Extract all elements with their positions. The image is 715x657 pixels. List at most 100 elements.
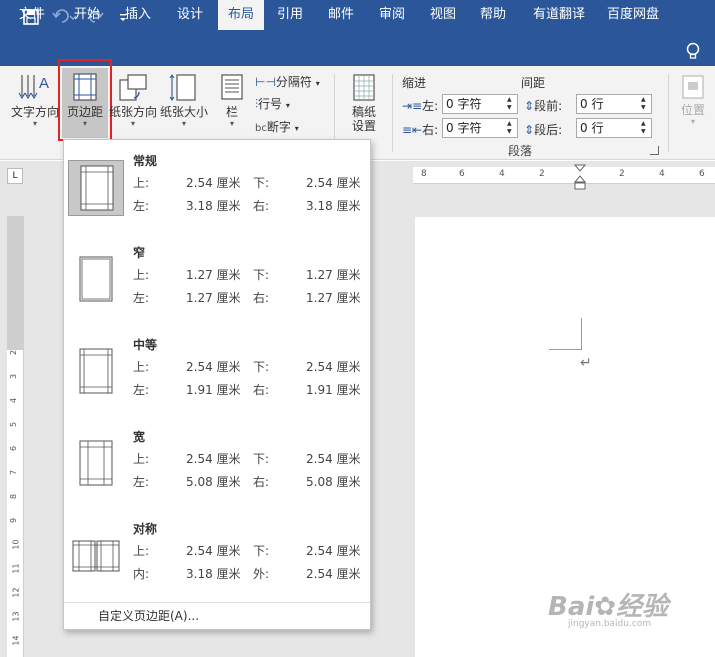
position-button[interactable]: 位置 ▾ (672, 74, 714, 127)
hyphenation-label: 断字 (266, 120, 291, 134)
margin-option-narrow[interactable]: 窄 上: 1.27 厘米 下: 1.27 厘米 左: 1.27 厘米 右: 1.27 厘米 (64, 234, 370, 324)
draft-paper-button[interactable]: 稿纸 设置 (342, 72, 386, 133)
ruler-tick-label: 14 (11, 635, 21, 646)
margin-option-normal[interactable]: 常规 上: 2.54 厘米 下: 2.54 厘米 左: 3.18 厘米 右: 3.18 厘米 (64, 142, 370, 232)
ruler-tick-label: 8 (421, 169, 427, 179)
tab-references[interactable]: 引用 (268, 0, 312, 30)
indent-right-input[interactable]: 0 字符 ▲ ▼ (442, 118, 518, 138)
columns-icon (221, 74, 243, 100)
ruler-tick-label: 5 (9, 421, 19, 428)
space-after-icon: ⇕ (524, 123, 535, 137)
margin-crop-mark (581, 318, 582, 350)
text-direction-button[interactable]: A 文字方向 ▾ (10, 72, 60, 129)
tab-review[interactable]: 审阅 (370, 0, 414, 30)
ruler-tick-label: 13 (11, 611, 21, 622)
margin-preview-wide-icon (68, 436, 124, 492)
tab-selector[interactable]: L (7, 168, 23, 184)
indent-right-label: ≡⇤右: (402, 123, 439, 137)
ruler-tick-label: 4 (659, 169, 665, 179)
custom-margins-item[interactable]: 自定义页边距(A)... (64, 602, 370, 628)
chevron-down-icon: ▾ (229, 119, 234, 128)
annotation-highlight-box (58, 59, 112, 141)
draft-paper-label-2: 设置 (351, 119, 376, 133)
spacing-heading: 间距 (521, 76, 546, 90)
orientation-button[interactable]: 纸张方向 ▾ (108, 72, 158, 129)
svg-text:A: A (39, 75, 49, 92)
margin-option-moderate[interactable]: 中等 上: 2.54 厘米 下: 2.54 厘米 左: 1.91 厘米 右: 1.91 厘米 (64, 326, 370, 416)
tab-youdao-translate[interactable]: 有道翻译 (527, 0, 591, 30)
margin-option-mirrored[interactable]: 对称 上: 2.54 厘米 下: 2.54 厘米 内: 3.18 厘米 外: 2.54 厘米 (64, 510, 370, 600)
margin-preview-normal-icon (68, 160, 124, 216)
ruler-tick-label: 11 (11, 563, 21, 574)
tab-baidu-netdisk[interactable]: 百度网盘 (601, 0, 665, 30)
tab-view[interactable]: 视图 (421, 0, 465, 30)
space-before-input[interactable]: 0 行 ▲ ▼ (576, 94, 652, 114)
dialog-launcher-icon[interactable] (650, 146, 659, 155)
ribbon-separator (392, 74, 393, 152)
hyphenation-icon: bc (255, 123, 267, 134)
chevron-down-icon: ▾ (690, 117, 695, 126)
chevron-down-icon: ▾ (130, 119, 135, 128)
tab-design[interactable]: 设计 (168, 0, 212, 30)
chevron-down-icon: ▾ (315, 79, 320, 88)
spinner-arrows-icon[interactable]: ▲ ▼ (641, 96, 649, 112)
space-before-icon: ⇕ (524, 99, 535, 113)
indent-marker-icon[interactable] (573, 164, 587, 190)
orientation-icon (119, 74, 147, 101)
ruler-tick-label: 7 (9, 469, 19, 476)
columns-label: 栏 (225, 105, 238, 119)
position-icon (682, 75, 704, 99)
indent-left-input[interactable]: 0 字符 ▲ ▼ (442, 94, 518, 114)
tab-mailings[interactable]: 邮件 (319, 0, 363, 30)
spinner-arrows-icon[interactable]: ▲ ▼ (641, 120, 649, 136)
ruler-tick-label: 2 (619, 169, 625, 179)
margin-preview-narrow-icon (68, 252, 124, 308)
ruler-tick-label: 3 (9, 373, 19, 380)
margin-option-wide[interactable]: 宽 上: 2.54 厘米 下: 2.54 厘米 左: 5.08 厘米 右: 5.08 厘米 (64, 418, 370, 508)
baidu-jingyan-watermark: Bai✿经验 jingyan.baidu.com (548, 592, 669, 629)
margin-option-name: 宽 (133, 430, 146, 444)
chevron-down-icon: ▾ (181, 119, 186, 128)
margins-dropdown: 常规 上: 2.54 厘米 下: 2.54 厘米 左: 3.18 厘米 右: 3.18 厘米… (63, 139, 371, 630)
vertical-ruler-margin (7, 216, 24, 350)
margin-preview-moderate-icon (68, 344, 124, 400)
size-label: 纸张大小 (159, 105, 208, 119)
spinner-arrows-icon[interactable]: ▲ ▼ (507, 120, 515, 136)
hyphenation-button[interactable]: bc断字 ▾ (255, 118, 299, 136)
ruler-tick-label: 8 (9, 493, 19, 500)
ruler-tick-label: 2 (539, 169, 545, 179)
size-icon (169, 74, 196, 101)
indent-left-label: ⇥≡左: (402, 99, 439, 113)
tab-insert[interactable]: 插入 (116, 0, 160, 30)
space-before-label: ⇕段前: (524, 99, 563, 113)
paragraph-group-label: 段落 (508, 144, 533, 158)
orientation-label: 纸张方向 (108, 105, 157, 119)
draft-paper-label-1: 稿纸 (351, 105, 376, 119)
ruler-tick-label: 12 (11, 587, 21, 598)
columns-button[interactable]: 栏 ▾ (214, 72, 250, 129)
line-numbers-button[interactable]: ⫶行号 ▾ (255, 95, 290, 113)
tab-home[interactable]: 开始 (64, 0, 110, 30)
space-after-label: ⇕段后: (524, 123, 563, 137)
tab-layout[interactable]: 布局 (218, 0, 264, 30)
chevron-down-icon: ▾ (285, 101, 290, 110)
line-numbers-label: 行号 (258, 97, 283, 111)
ribbon-separator (668, 74, 669, 152)
tab-help[interactable]: 帮助 (471, 0, 515, 30)
draft-paper-icon (353, 74, 375, 101)
margin-option-name: 对称 (133, 522, 158, 536)
breaks-button[interactable]: ⊢⊣分隔符 ▾ (255, 73, 320, 91)
ruler-tick-label: 2 (9, 349, 19, 356)
tab-file[interactable]: 文件 (10, 0, 54, 30)
text-direction-icon: A (18, 75, 49, 100)
ruler-tick-label: 6 (699, 169, 705, 179)
margin-preview-mirrored-icon (68, 528, 124, 584)
position-label: 位置 (680, 103, 705, 117)
ruler-tick-label: 10 (11, 539, 21, 550)
space-after-input[interactable]: 0 行 ▲ ▼ (576, 118, 652, 138)
size-button[interactable]: 纸张大小 ▾ (158, 72, 210, 129)
ruler-tick-label: 9 (9, 517, 19, 524)
lightbulb-icon[interactable] (683, 41, 703, 61)
spinner-arrows-icon[interactable]: ▲ ▼ (507, 96, 515, 112)
horizontal-ruler[interactable]: 8 6 4 2 2 4 6 (413, 167, 715, 184)
